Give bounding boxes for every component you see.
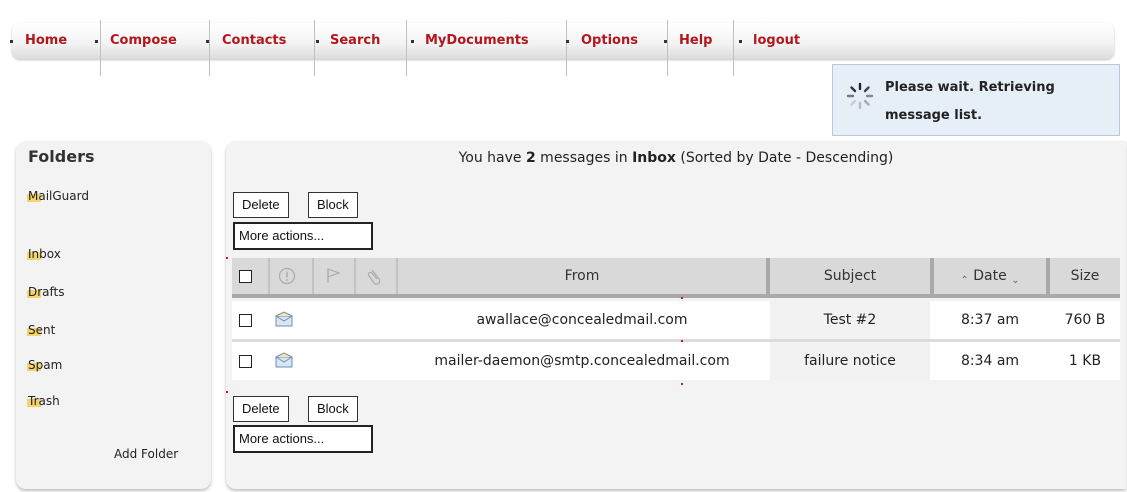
row-subject[interactable]: failure notice: [770, 342, 930, 380]
column-divider: [312, 258, 314, 294]
priority-icon[interactable]: [278, 267, 296, 285]
summary-folder: Inbox: [632, 150, 676, 166]
envelope-icon: [275, 311, 293, 327]
row-subject[interactable]: Test #2: [770, 301, 930, 339]
nav-compose[interactable]: Compose: [110, 23, 177, 59]
table-row[interactable]: awallace@concealedmail.com Test #2 8:37 …: [232, 301, 1120, 339]
marker-dot: [681, 340, 683, 342]
row-date: 8:34 am: [960, 353, 1020, 369]
delete-button-bottom[interactable]: Delete: [233, 396, 289, 422]
nav-divider: [209, 20, 210, 76]
message-count: 2: [525, 150, 536, 166]
nav-contacts[interactable]: Contacts: [222, 23, 286, 59]
sort-up-icon[interactable]: ⌃: [960, 275, 968, 286]
folder-label: MailGuard: [28, 189, 89, 203]
attachment-icon[interactable]: [366, 266, 384, 286]
folders-title: Folders: [28, 147, 95, 166]
folder-sent[interactable]: Sent: [27, 323, 56, 337]
folder-inbox[interactable]: Inbox: [27, 247, 61, 261]
column-date-label: Date: [973, 268, 1007, 284]
summary-middle: messages in: [535, 150, 633, 166]
column-subject[interactable]: Subject: [770, 258, 930, 294]
nav-divider: [314, 20, 315, 76]
status-message: Please wait. Retrieving message list.: [885, 80, 1055, 123]
folders-panel: Folders MailGuard Inbox Drafts Sent Spam…: [16, 141, 211, 489]
column-divider: [354, 258, 356, 294]
row-checkbox[interactable]: [239, 314, 252, 327]
nav-logout[interactable]: logout: [753, 23, 800, 59]
marker-dot: [226, 257, 228, 259]
row-date: 8:37 am: [960, 312, 1020, 328]
select-all-checkbox[interactable]: [239, 270, 252, 283]
block-button-top[interactable]: Block: [308, 192, 358, 218]
sort-down-icon[interactable]: ⌄: [1011, 275, 1019, 286]
column-divider: [268, 258, 270, 294]
folder-label: Trash: [28, 394, 60, 408]
spinner-icon: [846, 82, 874, 110]
inbox-summary: You have 2 messages in Inbox (Sorted by …: [226, 150, 1126, 166]
nav-divider: [406, 20, 407, 76]
folder-label: Drafts: [28, 285, 65, 299]
envelope-icon: [275, 352, 293, 368]
nav-search[interactable]: Search: [330, 23, 380, 59]
nav-divider: [566, 20, 567, 76]
row-from: mailer-daemon@smtp.concealedmail.com: [434, 353, 730, 369]
column-date[interactable]: ⌃ Date ⌄: [934, 258, 1046, 294]
nav-help[interactable]: Help: [679, 23, 712, 59]
more-actions-select-bottom[interactable]: More actions...: [233, 425, 373, 453]
nav-bullet: [739, 40, 742, 43]
more-actions-select-top[interactable]: More actions...: [233, 222, 373, 250]
nav-home[interactable]: Home: [25, 23, 67, 59]
delete-button-top[interactable]: Delete: [233, 192, 289, 218]
nav-bullet: [95, 40, 98, 43]
column-size[interactable]: Size: [1050, 258, 1120, 294]
top-nav-bar: [12, 23, 1114, 59]
summary-suffix: (Sorted by Date - Descending): [675, 150, 894, 166]
nav-divider: [100, 20, 101, 76]
nav-options[interactable]: Options: [581, 23, 638, 59]
folder-drafts[interactable]: Drafts: [27, 285, 65, 299]
table-row[interactable]: mailer-daemon@smtp.concealedmail.com fai…: [232, 342, 1120, 380]
marker-dot: [226, 391, 228, 393]
marker-dot: [681, 383, 683, 385]
nav-bullet: [316, 40, 319, 43]
nav-divider: [733, 20, 734, 76]
folder-label: Sent: [28, 323, 56, 337]
folder-label: Inbox: [28, 247, 61, 261]
column-from[interactable]: From: [398, 258, 766, 294]
flag-icon[interactable]: [324, 267, 342, 285]
summary-prefix: You have: [458, 150, 526, 166]
folder-trash[interactable]: Trash: [27, 394, 60, 408]
nav-mydocuments[interactable]: MyDocuments: [425, 23, 529, 59]
table-header-underline: [232, 294, 1120, 298]
folder-mailguard[interactable]: MailGuard: [27, 189, 89, 203]
row-size: 1 KB: [1068, 353, 1102, 369]
folder-label: Spam: [28, 358, 63, 372]
block-button-bottom[interactable]: Block: [308, 396, 358, 422]
nav-bullet: [566, 40, 569, 43]
nav-bullet: [411, 40, 414, 43]
row-checkbox[interactable]: [239, 355, 252, 368]
row-size: 760 B: [1064, 312, 1106, 328]
marker-dot: [681, 297, 683, 299]
row-from: awallace@concealedmail.com: [476, 312, 688, 328]
nav-bullet: [10, 40, 13, 43]
nav-divider: [667, 20, 668, 76]
add-folder-link[interactable]: Add Folder: [114, 447, 178, 461]
loading-status-box: Please wait. Retrieving message list.: [832, 64, 1120, 136]
nav-bullet: [206, 40, 209, 43]
table-header: From Subject ⌃ Date ⌄ Size: [232, 258, 1120, 294]
folder-spam[interactable]: Spam: [27, 358, 63, 372]
nav-bullet: [664, 40, 667, 43]
